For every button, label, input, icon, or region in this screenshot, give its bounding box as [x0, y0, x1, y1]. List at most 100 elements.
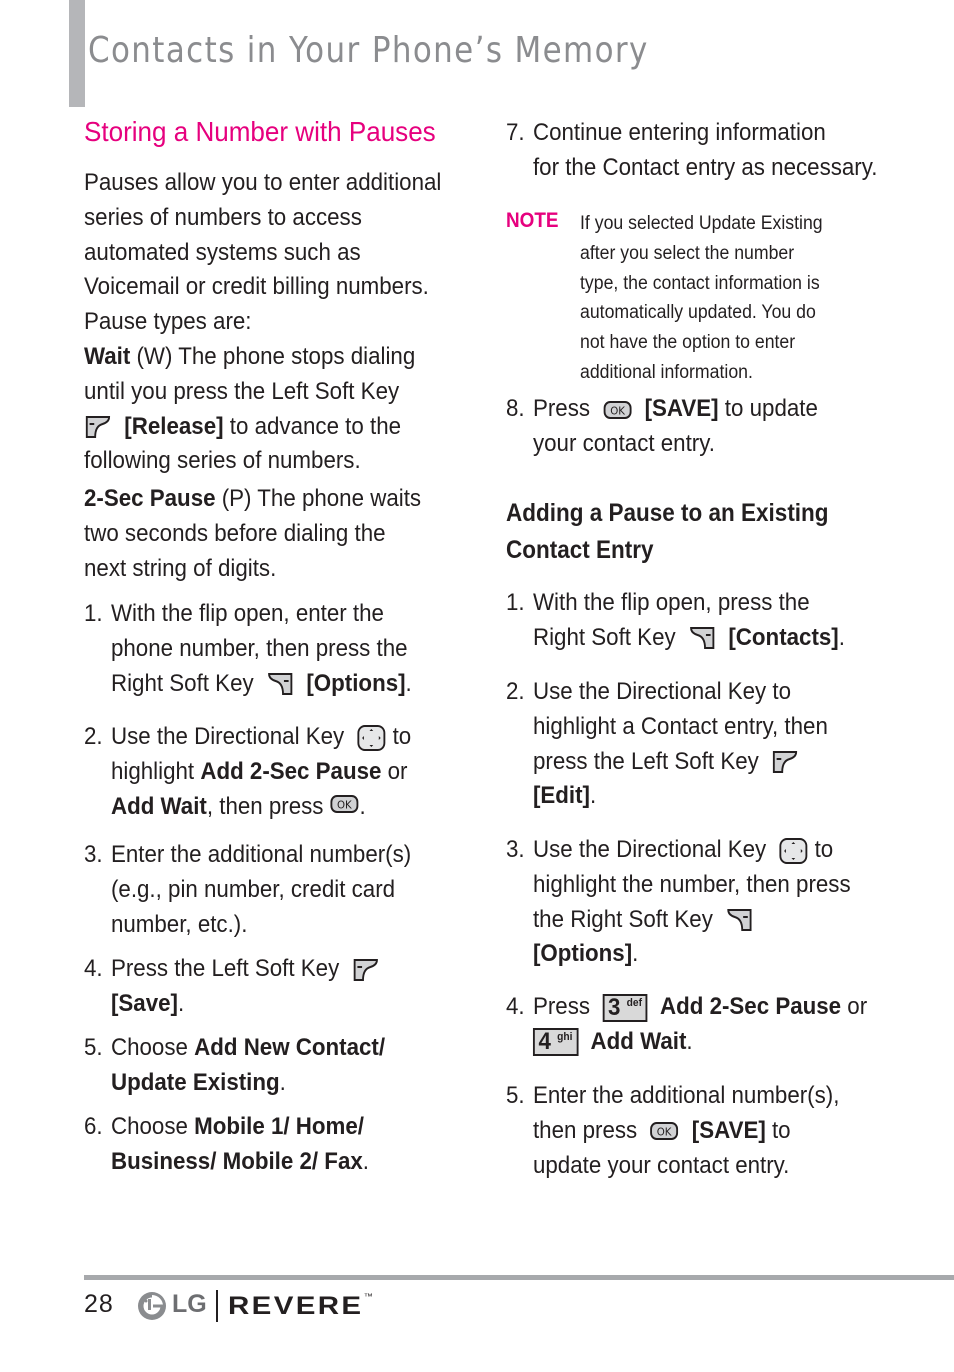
intro-line: Voicemail or credit billing numbers.	[84, 273, 429, 301]
directional-key-icon	[357, 724, 386, 751]
right-step-5: 5. Enter the additional number(s), then p…	[506, 1079, 839, 1183]
left-soft-key-icon	[773, 751, 798, 774]
step-text: Use the Directional Key	[532, 836, 767, 863]
option-label: Mobile 1/ Home/	[194, 1113, 365, 1140]
left-step-2: 2. Use the Directional Key to highlight A…	[84, 720, 411, 824]
step-text: the Right Soft Key	[532, 905, 713, 933]
ok-key-icon: OK	[650, 1122, 679, 1141]
subsection-heading-line: Adding a Pause to an Existing	[506, 499, 829, 527]
step-text: .	[279, 1068, 286, 1096]
step-number: 3.	[506, 836, 525, 863]
step-text: or	[381, 757, 408, 785]
key-letters: ghi	[557, 1031, 573, 1044]
step-number: 2.	[506, 678, 525, 705]
step-text: , then press	[206, 792, 324, 820]
left-step-6: 6. Choose Mobile 1/ Home/ Business/ Mobil…	[84, 1110, 369, 1180]
step-text: or	[841, 993, 868, 1020]
pause-text: two seconds before dialing the	[84, 519, 386, 547]
right-soft-key-icon	[727, 909, 752, 932]
left-step-4: 4. Press the Left Soft Key [Save].	[84, 952, 380, 1022]
left-soft-key-icon	[353, 958, 378, 981]
intro-line: automated systems such as	[84, 238, 361, 266]
step-text: to	[386, 723, 412, 750]
step-text: to	[765, 1116, 791, 1144]
svg-text:OK: OK	[657, 1126, 673, 1139]
step-text: Use the Directional Key	[110, 723, 345, 750]
step-text: highlight a Contact entry, then	[532, 712, 828, 740]
section-heading: Storing a Number with Pauses	[84, 116, 436, 147]
option-label: Add New Contact/	[194, 1034, 386, 1061]
subsection-heading-line: Contact Entry	[506, 536, 654, 564]
wait-term: Wait	[84, 343, 131, 370]
left-step-1: 1. With the flip open, enter the phone nu…	[84, 597, 412, 701]
brand-wordmark: REVERE	[228, 1292, 364, 1320]
step-text: Use the Directional Key to	[532, 678, 792, 705]
step-number: 5.	[84, 1034, 103, 1061]
save-label: [Save]	[110, 989, 178, 1017]
step-text: .	[838, 623, 845, 651]
save-label: [SAVE]	[691, 1116, 766, 1144]
step-text: .	[589, 782, 597, 810]
note-line: not have the option to enter	[580, 332, 796, 354]
key-digit: 4	[538, 1028, 551, 1056]
note-line: additional information.	[580, 361, 753, 383]
step-text: phone number, then press the	[110, 634, 408, 662]
directional-key-icon	[779, 837, 808, 864]
left-step-8: 8. Press OK [SAVE] to update your contact…	[506, 392, 818, 462]
add-pause-label: Add 2-Sec Pause	[200, 757, 382, 785]
step-text: .	[632, 940, 639, 968]
step-number: 8.	[506, 395, 525, 422]
options-label: [Options]	[306, 669, 406, 697]
step-number: 1.	[84, 600, 103, 627]
step-text: Choose	[110, 1113, 195, 1140]
step-text: Press the Left Soft Key	[110, 955, 340, 982]
step-number: 6.	[84, 1113, 103, 1140]
right-step-4: 4. Press 3 def Add 2-Sec Pause or 4 ghi A…	[506, 990, 867, 1060]
save-label: [SAVE]	[644, 395, 719, 422]
subsection-heading: Adding a Pause to an Existing Contact En…	[506, 495, 829, 569]
step-text: for the Contact entry as necessary.	[532, 153, 878, 181]
step-text: .	[405, 669, 412, 697]
add-wait-label: Add Wait	[590, 1027, 687, 1055]
step-number: 5.	[506, 1082, 525, 1109]
step-number: 4.	[84, 955, 103, 982]
step-text: .	[177, 989, 185, 1017]
lg-wordmark: LG	[172, 1290, 207, 1318]
note-text: If you selected Update Existing after yo…	[580, 209, 823, 388]
left-step-7: 7. Continue entering information for the …	[506, 116, 877, 186]
step-number: 4.	[506, 993, 525, 1020]
trademark-symbol: ™	[363, 1292, 373, 1301]
step-text: .	[359, 792, 366, 820]
page-title: Contacts in Your Phone’s Memory	[88, 30, 649, 71]
wait-text: to advance to the	[223, 412, 402, 440]
wait-text: following series of numbers.	[84, 447, 361, 475]
right-step-3: 3. Use the Directional Key to highlight t…	[506, 833, 851, 972]
left-step-5: 5. Choose Add New Contact/ Update Existin…	[84, 1031, 385, 1101]
step-text: Continue entering information	[532, 119, 826, 146]
add-pause-label: Add 2-Sec Pause	[659, 993, 842, 1020]
step-text: highlight	[110, 757, 201, 785]
brand-name: REVERE™	[228, 1292, 373, 1321]
key-letters: def	[626, 996, 642, 1009]
option-label: Update Existing	[110, 1068, 280, 1096]
wait-text: until you press the Left Soft Key	[84, 377, 400, 405]
step-text: Enter the additional number(s),	[532, 1082, 840, 1109]
right-step-2: 2. Use the Directional Key to highlight a…	[506, 675, 828, 814]
note-line: If you selected Update Existing	[580, 213, 823, 234]
intro-line: Pause types are:	[84, 308, 252, 336]
step-text: press the Left Soft Key	[532, 747, 759, 775]
release-label: [Release]	[124, 412, 224, 440]
step-text: Press	[532, 993, 591, 1020]
option-label: Business/ Mobile 2/ Fax	[110, 1147, 363, 1175]
step-number: 7.	[506, 119, 525, 146]
note-line: automatically updated. You do	[580, 302, 816, 324]
step-number: 3.	[84, 841, 103, 868]
step-text: With the flip open, press the	[532, 589, 810, 616]
ok-key-icon: OK	[603, 400, 632, 419]
step-text: (e.g., pin number, credit card	[110, 875, 396, 903]
wait-code: (W) The	[130, 343, 217, 370]
step-text: .	[686, 1027, 693, 1055]
options-label: [Options]	[532, 940, 633, 968]
contacts-label: [Contacts]	[728, 623, 839, 651]
svg-text:OK: OK	[337, 798, 353, 811]
